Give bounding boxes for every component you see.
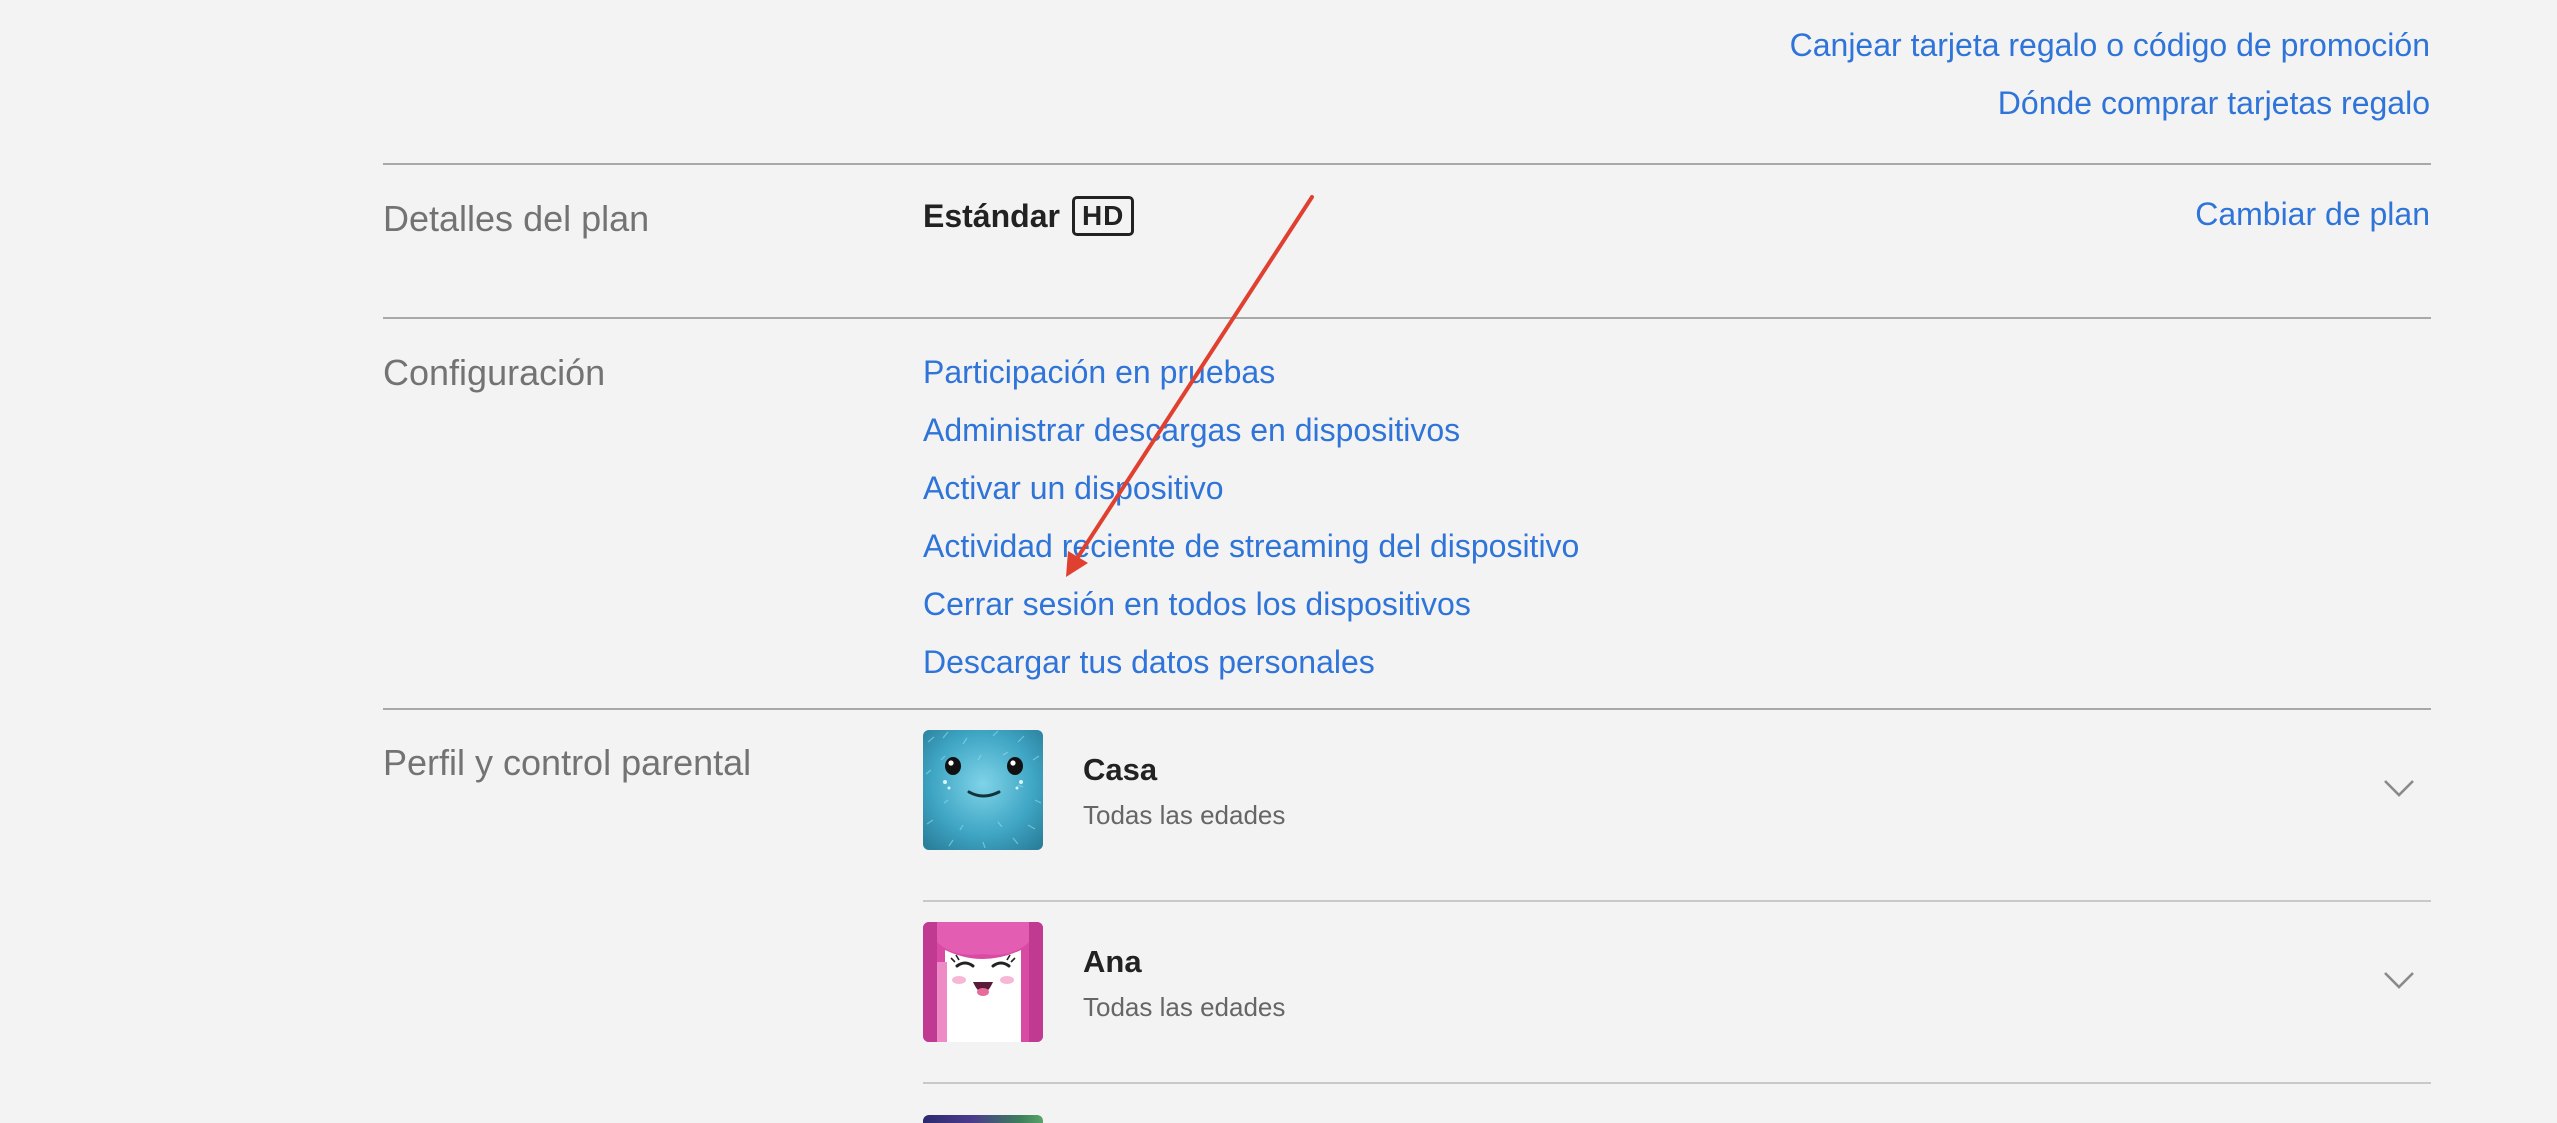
where-buy-gift-cards-link[interactable]: Dónde comprar tarjetas regalo — [1790, 74, 2430, 132]
plan-name: Estándar — [923, 197, 1060, 234]
profile-row-casa[interactable]: Casa Todas las edades — [923, 710, 2431, 902]
profiles-parental-label: Perfil y control parental — [383, 742, 752, 783]
row-divider — [923, 1082, 2431, 1084]
hd-badge: HD — [1071, 196, 1135, 236]
section-divider — [383, 163, 2431, 165]
profile-name: Casa — [1083, 752, 1158, 787]
plan-summary: Estándar HD — [923, 196, 1135, 236]
section-divider — [383, 317, 2431, 319]
profile-maturity-rating: Todas las edades — [1083, 992, 1286, 1022]
activate-device-link[interactable]: Activar un dispositivo — [923, 459, 1579, 517]
profile-row-ana[interactable]: Ana Todas las edades — [923, 902, 2431, 1084]
blue-fuzzy-monster-avatar-icon — [923, 730, 1043, 850]
partial-profile-avatar-icon — [923, 1115, 1043, 1123]
profile-name: Ana — [1083, 944, 1142, 979]
manage-download-devices-link[interactable]: Administrar descargas en dispositivos — [923, 401, 1579, 459]
settings-links-list: Participación en pruebas Administrar des… — [923, 343, 1579, 691]
profile-maturity-rating: Todas las edades — [1083, 800, 1286, 830]
recent-streaming-activity-link[interactable]: Actividad reciente de streaming del disp… — [923, 517, 1579, 575]
test-participation-link[interactable]: Participación en pruebas — [923, 343, 1579, 401]
redeem-gift-card-link[interactable]: Canjear tarjeta regalo o código de promo… — [1790, 16, 2430, 74]
settings-label: Configuración — [383, 352, 606, 393]
chevron-down-icon[interactable] — [2381, 962, 2417, 998]
chevron-down-icon[interactable] — [2381, 770, 2417, 806]
gift-card-links: Canjear tarjeta regalo o código de promo… — [1790, 16, 2430, 132]
change-plan-link[interactable]: Cambiar de plan — [2195, 196, 2430, 233]
download-personal-data-link[interactable]: Descargar tus datos personales — [923, 633, 1579, 691]
sign-out-all-devices-link[interactable]: Cerrar sesión en todos los dispositivos — [923, 575, 1579, 633]
plan-details-label: Detalles del plan — [383, 198, 650, 239]
pink-smiling-girl-avatar-icon — [923, 922, 1043, 1042]
